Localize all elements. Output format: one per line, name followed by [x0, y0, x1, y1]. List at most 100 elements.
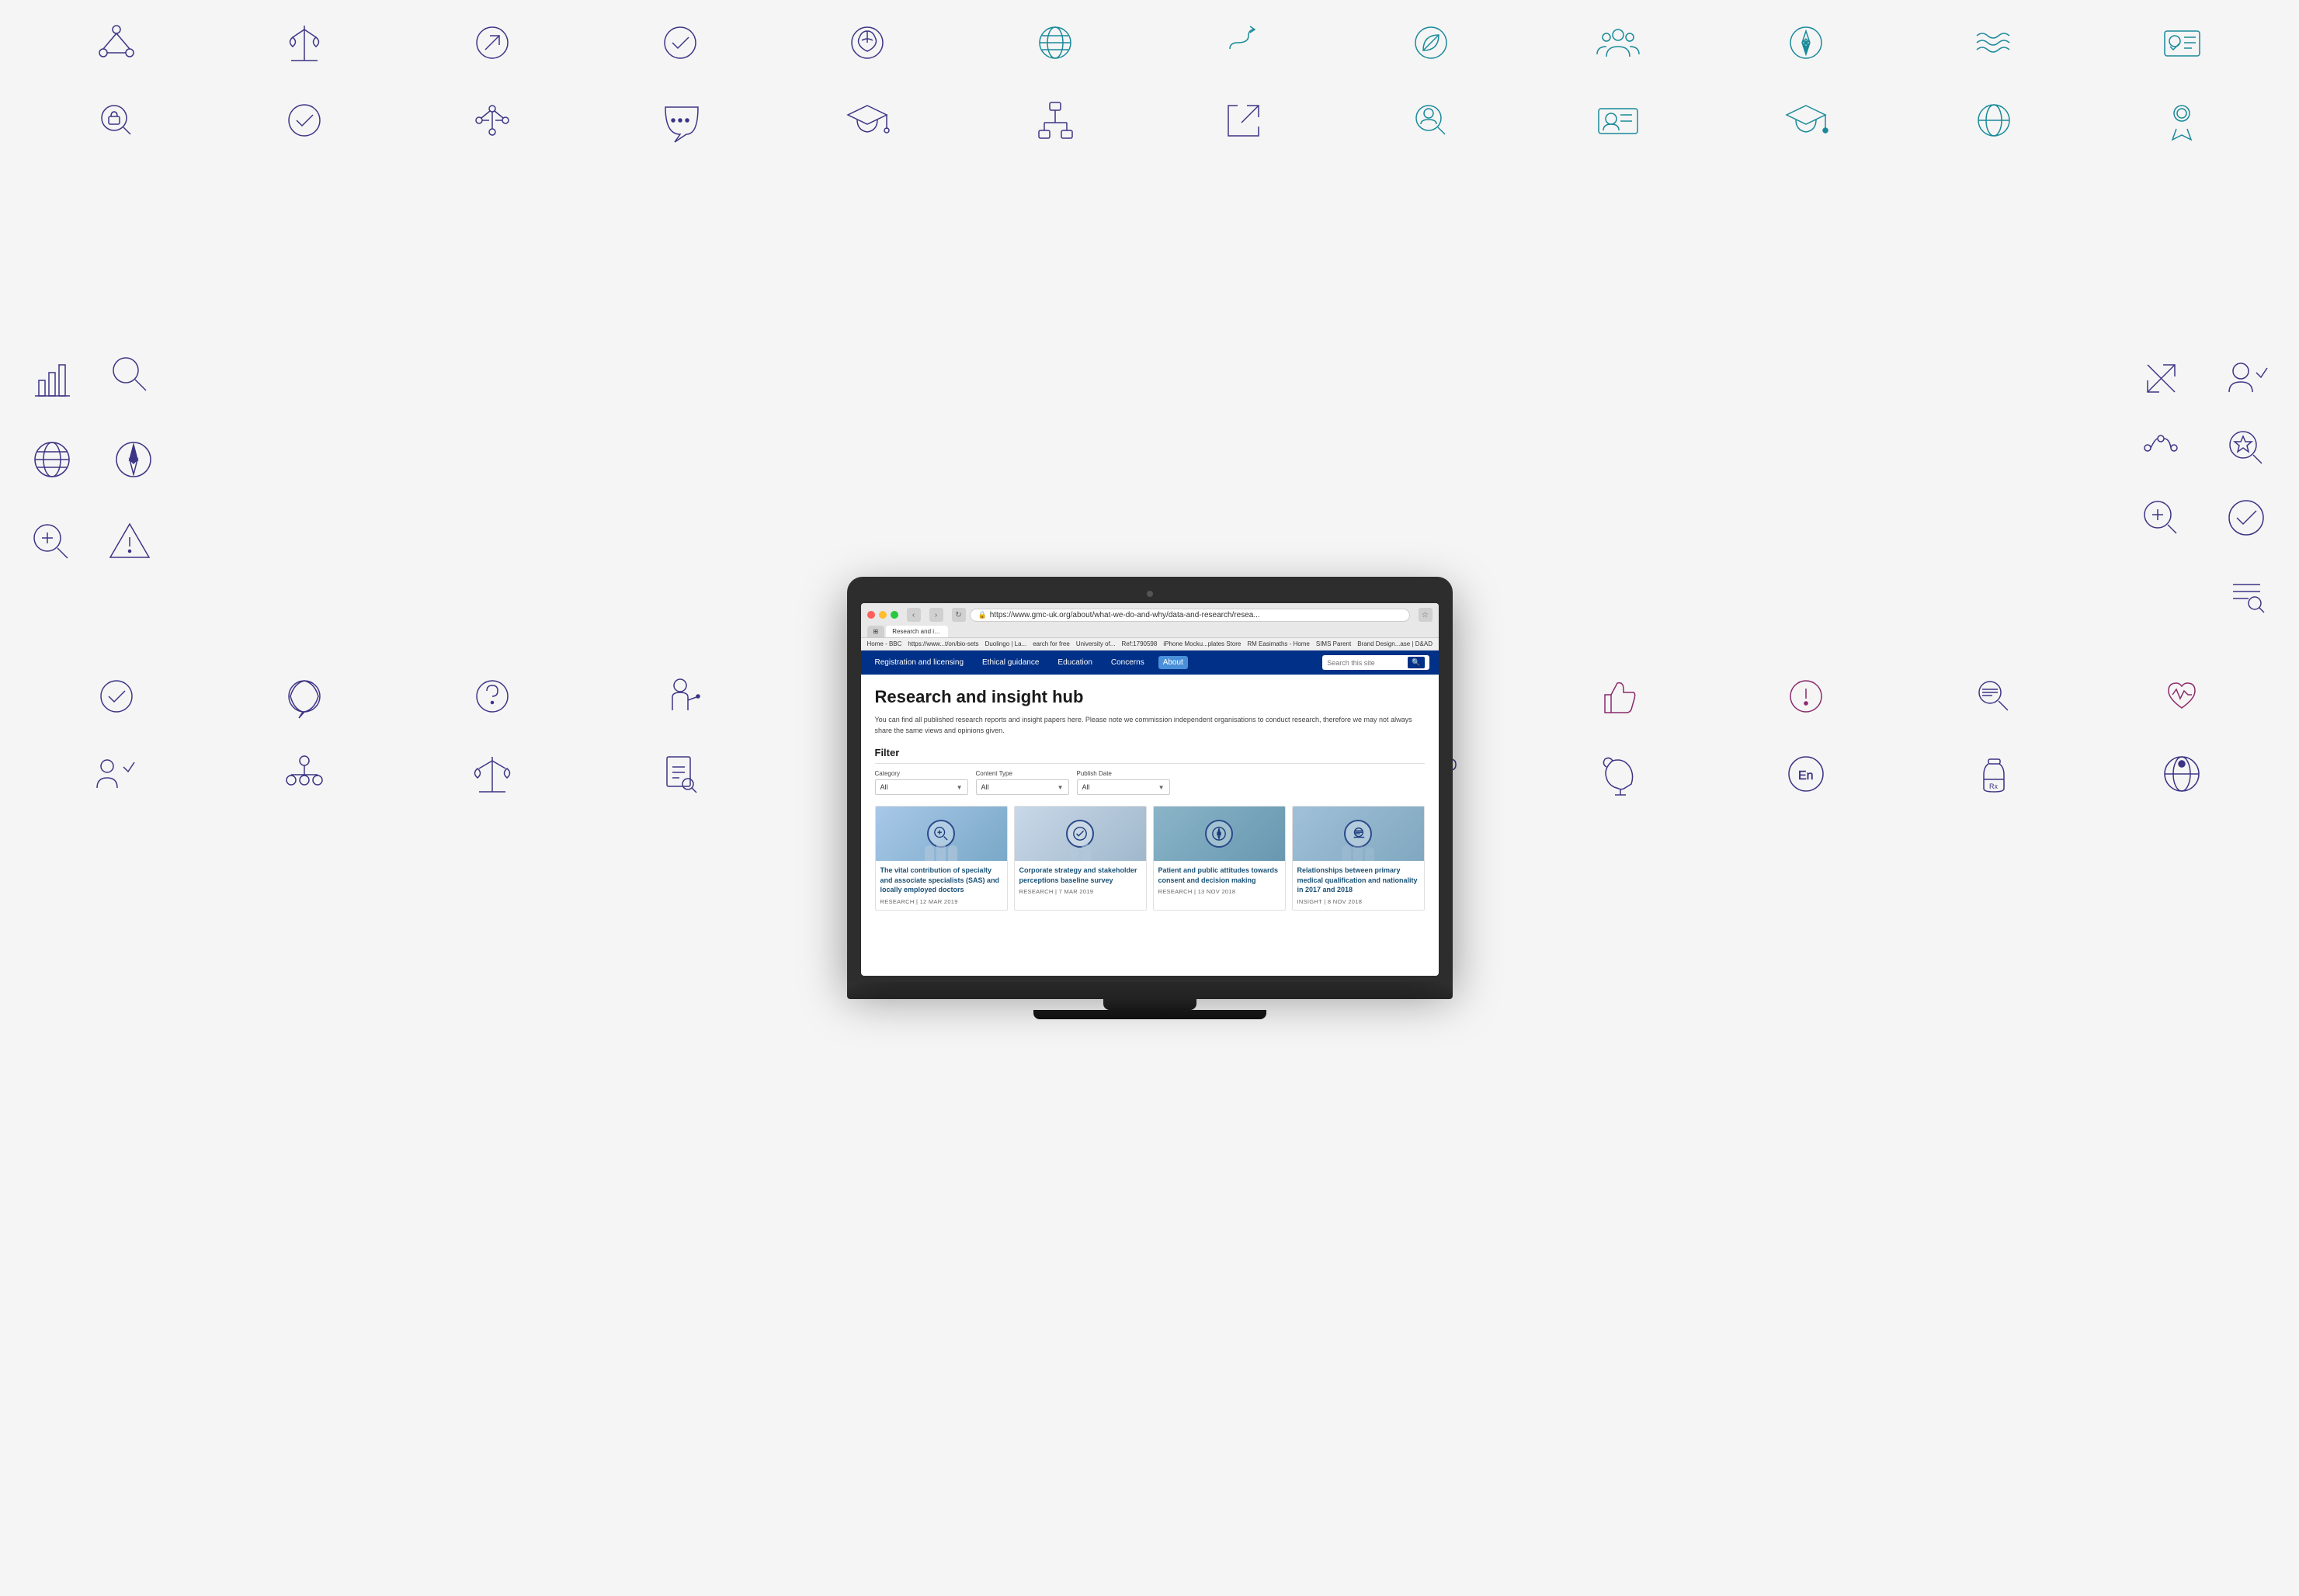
- bookmark-9[interactable]: SIMS Parent: [1316, 640, 1351, 647]
- filter-content-type: Content Type All ▼: [976, 770, 1069, 795]
- filter-category-value: All: [880, 783, 888, 791]
- warning-icon: [101, 512, 159, 571]
- id-card-icon: [1589, 92, 1648, 150]
- search-zoom-icon: [22, 512, 80, 571]
- search-button[interactable]: 🔍: [1408, 657, 1424, 668]
- chevron-down-icon: ▼: [957, 784, 963, 791]
- close-button[interactable]: [867, 611, 875, 619]
- filter-section: Filter Category All ▼ Content Type: [875, 747, 1425, 795]
- person-check-icon: [2217, 349, 2276, 408]
- secure-icon: 🔒: [978, 611, 987, 619]
- laptop-base: [847, 982, 1453, 999]
- bookmark-home[interactable]: Home - BBC: [867, 640, 902, 647]
- doc-search-icon: [651, 745, 710, 803]
- card-image-2: [1015, 807, 1146, 861]
- card-title-1[interactable]: The vital contribution of specialty and …: [880, 866, 1002, 895]
- globe-icon: [1026, 14, 1085, 72]
- people-bg-2: [1015, 844, 1146, 861]
- nav-education[interactable]: Education: [1053, 656, 1096, 669]
- maximize-button[interactable]: [891, 611, 898, 619]
- nav-about[interactable]: About: [1158, 656, 1188, 669]
- bookmark-7[interactable]: iPhone Mocku...plates Store: [1163, 640, 1241, 647]
- nav-registration[interactable]: Registration and licensing: [870, 656, 969, 669]
- id-verify-icon: [2153, 14, 2211, 72]
- card-meta-3: RESEARCH | 13 NOV 2018: [1158, 888, 1280, 895]
- forward-button[interactable]: ›: [929, 608, 943, 622]
- bookmark-10[interactable]: Brand Design...ase | D&AD: [1357, 640, 1433, 647]
- nav-ethical[interactable]: Ethical guidance: [978, 656, 1044, 669]
- filter-content-label: Content Type: [976, 770, 1069, 777]
- refresh-button[interactable]: ↻: [952, 608, 966, 622]
- award-person-icon: [2153, 92, 2211, 150]
- filter-publish-date: Publish Date All ▼: [1077, 770, 1170, 795]
- people-bg-1: [876, 841, 1007, 861]
- nav-concerns[interactable]: Concerns: [1106, 656, 1149, 669]
- filter-row: Category All ▼ Content Type All: [875, 770, 1425, 795]
- person-point-icon: [651, 668, 710, 726]
- address-bar[interactable]: 🔒 https://www.gmc-uk.org/about/what-we-d…: [970, 609, 1410, 622]
- laptop: ‹ › ↻ 🔒 https://www.gmc-uk.org/about/wha…: [847, 577, 1453, 1019]
- cards-grid: The vital contribution of specialty and …: [875, 806, 1425, 911]
- check-circle-2-icon: [276, 92, 334, 150]
- route-icon: [1214, 14, 1273, 72]
- network-nodes-icon: [88, 14, 146, 72]
- scales-icon: [276, 14, 334, 72]
- chat-dots-icon: [651, 92, 710, 150]
- search-input[interactable]: [1327, 659, 1405, 667]
- head-profile-icon: [1589, 745, 1648, 803]
- page-title: Research and insight hub: [875, 687, 1425, 707]
- minimize-button[interactable]: [879, 611, 887, 619]
- card-image-1: [876, 807, 1007, 861]
- browser-tabs: ⊞ Research and insight archive - GMC: [867, 626, 1433, 637]
- globe-left-icon: [23, 431, 82, 489]
- question-circle-icon: [464, 668, 522, 726]
- bookmark-8[interactable]: RM Easimaths - Home: [1247, 640, 1309, 647]
- graduation-cap-icon: [839, 92, 897, 150]
- magnify-icon: [101, 345, 159, 404]
- card-title-4[interactable]: Relationships between primary medical qu…: [1297, 866, 1419, 895]
- check-circle-icon: [651, 14, 710, 72]
- en-circle-icon: En: [1777, 745, 1835, 803]
- research-card-2: Corporate strategy and stakeholder perce…: [1014, 806, 1147, 911]
- people-bg-4: [1293, 842, 1424, 861]
- list-search-right-icon: [2217, 563, 2276, 621]
- card-meta-4: INSIGHT | 8 NOV 2018: [1297, 898, 1419, 905]
- laptop-screen: ‹ › ↻ 🔒 https://www.gmc-uk.org/about/wha…: [861, 603, 1439, 976]
- filter-date-select[interactable]: All ▼: [1077, 779, 1170, 795]
- bookmark-5[interactable]: University of...: [1076, 640, 1116, 647]
- search-bar[interactable]: 🔍: [1322, 655, 1429, 670]
- bookmarks-bar: Home - BBC https://www...t/on/bio-sets D…: [861, 638, 1439, 651]
- filter-category-select[interactable]: All ▼: [875, 779, 968, 795]
- compass-circle-icon: [1777, 14, 1835, 72]
- star-search-icon: [2217, 419, 2276, 477]
- laptop-stand: [1103, 999, 1196, 1010]
- bookmark-4[interactable]: earch for free: [1033, 640, 1070, 647]
- card-title-2[interactable]: Corporate strategy and stakeholder perce…: [1019, 866, 1141, 885]
- research-card-3: Patient and public attitudes towards con…: [1153, 806, 1286, 911]
- back-button[interactable]: ‹: [907, 608, 921, 622]
- browser-chrome: ‹ › ↻ 🔒 https://www.gmc-uk.org/about/wha…: [861, 603, 1439, 638]
- filter-category-label: Category: [875, 770, 968, 777]
- svg-text:En: En: [1798, 769, 1814, 782]
- research-card-4: Relationships between primary medical qu…: [1292, 806, 1425, 911]
- tab-active[interactable]: Research and insight archive - GMC: [886, 626, 948, 637]
- leaf-circle-icon: [1402, 14, 1460, 72]
- url-text: https://www.gmc-uk.org/about/what-we-do-…: [990, 611, 1260, 619]
- research-card-1: The vital contribution of specialty and …: [875, 806, 1008, 911]
- filter-date-value: All: [1082, 783, 1090, 791]
- bookmark-button[interactable]: ☆: [1419, 608, 1433, 622]
- compass-left-icon: [105, 431, 163, 489]
- laptop-foot: [1033, 1010, 1266, 1019]
- bookmark-6[interactable]: Ref:1790598: [1122, 640, 1158, 647]
- card-image-4: [1293, 807, 1424, 861]
- bookmark-2[interactable]: https://www...t/on/bio-sets: [908, 640, 978, 647]
- card-body-4: Relationships between primary medical qu…: [1293, 861, 1424, 910]
- tab-apps[interactable]: ⊞: [867, 626, 885, 637]
- card-body-3: Patient and public attitudes towards con…: [1154, 861, 1285, 900]
- external-link-icon: [1214, 92, 1273, 150]
- bookmark-3[interactable]: Duolingo | La...: [985, 640, 1027, 647]
- people-group-icon: [1589, 14, 1648, 72]
- filter-content-select[interactable]: All ▼: [976, 779, 1069, 795]
- card-title-3[interactable]: Patient and public attitudes towards con…: [1158, 866, 1280, 885]
- globe-location-icon: [2153, 745, 2211, 803]
